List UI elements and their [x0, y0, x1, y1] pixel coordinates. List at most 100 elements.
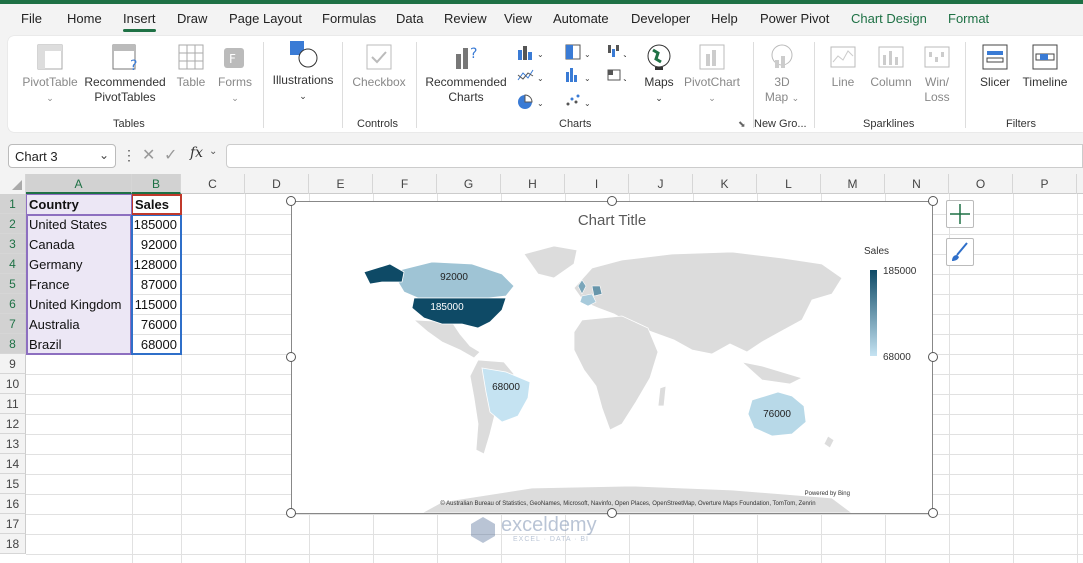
chart-type-gallery[interactable]: ⌄ ⌄ ⌄ ⌄ ⌄ ⌄ ⌄ ⌄	[516, 42, 626, 112]
forms-button[interactable]: F Forms ⌄	[214, 42, 256, 106]
tab-insert[interactable]: Insert	[123, 11, 156, 32]
row-header[interactable]: 8	[0, 334, 26, 354]
column-header[interactable]: I	[565, 174, 629, 194]
resize-handle[interactable]	[928, 196, 938, 206]
resize-handle[interactable]	[286, 508, 296, 518]
column-header[interactable]: B	[132, 174, 181, 194]
tab-home[interactable]: Home	[67, 11, 102, 26]
row-header[interactable]: 3	[0, 234, 26, 254]
tab-formulas[interactable]: Formulas	[322, 11, 376, 26]
column-header[interactable]: K	[693, 174, 757, 194]
column-header[interactable]: L	[757, 174, 821, 194]
sparkline-column-button[interactable]: Column	[868, 42, 914, 90]
slicer-button[interactable]: Slicer	[974, 42, 1016, 90]
cell-sales[interactable]: 68000	[133, 335, 180, 355]
row-header[interactable]: 12	[0, 414, 26, 434]
cell-country[interactable]: United Kingdom	[27, 295, 131, 315]
timeline-button[interactable]: Timeline	[1018, 42, 1072, 90]
formula-input[interactable]	[226, 144, 1083, 168]
tab-review[interactable]: Review	[444, 11, 487, 26]
more-options-icon[interactable]: ⋮	[122, 147, 136, 164]
cancel-icon[interactable]: ✕	[142, 145, 155, 165]
column-header[interactable]: O	[949, 174, 1013, 194]
insert-function-icon[interactable]: fx	[190, 145, 203, 161]
row-header[interactable]: 11	[0, 394, 26, 414]
column-header[interactable]: P	[1013, 174, 1077, 194]
maps-button[interactable]: Maps ⌄	[640, 42, 678, 106]
cell-sales[interactable]: 76000	[133, 315, 180, 335]
checkbox-button[interactable]: Checkbox	[350, 42, 408, 90]
tab-developer[interactable]: Developer	[631, 11, 690, 26]
tab-format[interactable]: Format	[948, 11, 989, 26]
row-header[interactable]: 1	[0, 194, 26, 214]
tab-automate[interactable]: Automate	[553, 11, 609, 26]
tab-power-pivot[interactable]: Power Pivot	[760, 11, 829, 26]
tab-help[interactable]: Help	[711, 11, 738, 26]
3d-map-button[interactable]: 3D Map ⌄	[760, 42, 804, 106]
resize-handle[interactable]	[286, 352, 296, 362]
resize-handle[interactable]	[928, 352, 938, 362]
column-header[interactable]: H	[501, 174, 565, 194]
row-header[interactable]: 9	[0, 354, 26, 374]
tab-view[interactable]: View	[504, 11, 532, 26]
dialog-launcher-icon[interactable]: ⬊	[738, 119, 746, 130]
sparkline-winloss-button[interactable]: Win/Loss	[918, 42, 956, 105]
cell-sales[interactable]: 185000	[133, 215, 180, 235]
cell-sales[interactable]: 115000	[133, 295, 180, 315]
row-header[interactable]: 15	[0, 474, 26, 494]
row-header[interactable]: 4	[0, 254, 26, 274]
row-header[interactable]: 7	[0, 314, 26, 334]
tab-chart-design[interactable]: Chart Design	[851, 11, 927, 26]
tab-file[interactable]: File	[21, 11, 42, 26]
pivottable-button[interactable]: PivotTable ⌄	[20, 42, 80, 106]
column-header[interactable]: N	[885, 174, 949, 194]
row-header[interactable]: 10	[0, 374, 26, 394]
cell-country[interactable]: Brazil	[27, 335, 131, 355]
column-header[interactable]: D	[245, 174, 309, 194]
cell-country[interactable]: Australia	[27, 315, 131, 335]
cell-country[interactable]: Germany	[27, 255, 131, 275]
chart-styles-button[interactable]	[946, 238, 974, 266]
row-header[interactable]: 6	[0, 294, 26, 314]
column-header[interactable]: A	[26, 174, 132, 194]
map-chart[interactable]: Chart Title 92000 185000 68000 76000 Sal…	[286, 196, 938, 518]
illustrations-button[interactable]: Illustrations ⌄	[270, 38, 336, 104]
column-header[interactable]: G	[437, 174, 501, 194]
chart-elements-button[interactable]	[946, 200, 974, 228]
tab-data[interactable]: Data	[396, 11, 423, 26]
pivotchart-button[interactable]: PivotChart ⌄	[682, 42, 742, 106]
cell-country[interactable]: Canada	[27, 235, 131, 255]
cell-sales[interactable]: 128000	[133, 255, 180, 275]
select-all-corner[interactable]	[0, 174, 26, 194]
chevron-down-icon[interactable]: ⌄	[209, 146, 217, 157]
cell-b1[interactable]: Sales	[133, 195, 179, 215]
recommended-pivottables-button[interactable]: ? Recommended PivotTables	[84, 42, 166, 105]
recommended-charts-button[interactable]: ? Recommended Charts	[422, 42, 510, 105]
column-header[interactable]: E	[309, 174, 373, 194]
row-header[interactable]: 18	[0, 534, 26, 554]
resize-handle[interactable]	[928, 508, 938, 518]
row-header[interactable]: 14	[0, 454, 26, 474]
row-header[interactable]: 13	[0, 434, 26, 454]
sparkline-line-button[interactable]: Line	[823, 42, 863, 90]
column-header[interactable]: C	[181, 174, 245, 194]
row-header[interactable]: 16	[0, 494, 26, 514]
resize-handle[interactable]	[286, 196, 296, 206]
cell-country[interactable]: United States	[27, 215, 131, 235]
resize-handle[interactable]	[607, 196, 617, 206]
cell-a1[interactable]: Country	[27, 195, 131, 215]
column-header[interactable]: F	[373, 174, 437, 194]
column-header[interactable]: J	[629, 174, 693, 194]
tab-draw[interactable]: Draw	[177, 11, 207, 26]
tab-page-layout[interactable]: Page Layout	[229, 11, 302, 26]
column-header[interactable]: M	[821, 174, 885, 194]
resize-handle[interactable]	[607, 508, 617, 518]
name-box[interactable]: Chart 3 ⌄	[8, 144, 116, 168]
cell-country[interactable]: France	[27, 275, 131, 295]
chevron-down-icon[interactable]: ⌄	[99, 148, 109, 162]
table-button[interactable]: Table	[172, 42, 210, 90]
cell-sales[interactable]: 87000	[133, 275, 180, 295]
row-header[interactable]: 5	[0, 274, 26, 294]
row-header[interactable]: 17	[0, 514, 26, 534]
row-header[interactable]: 2	[0, 214, 26, 234]
